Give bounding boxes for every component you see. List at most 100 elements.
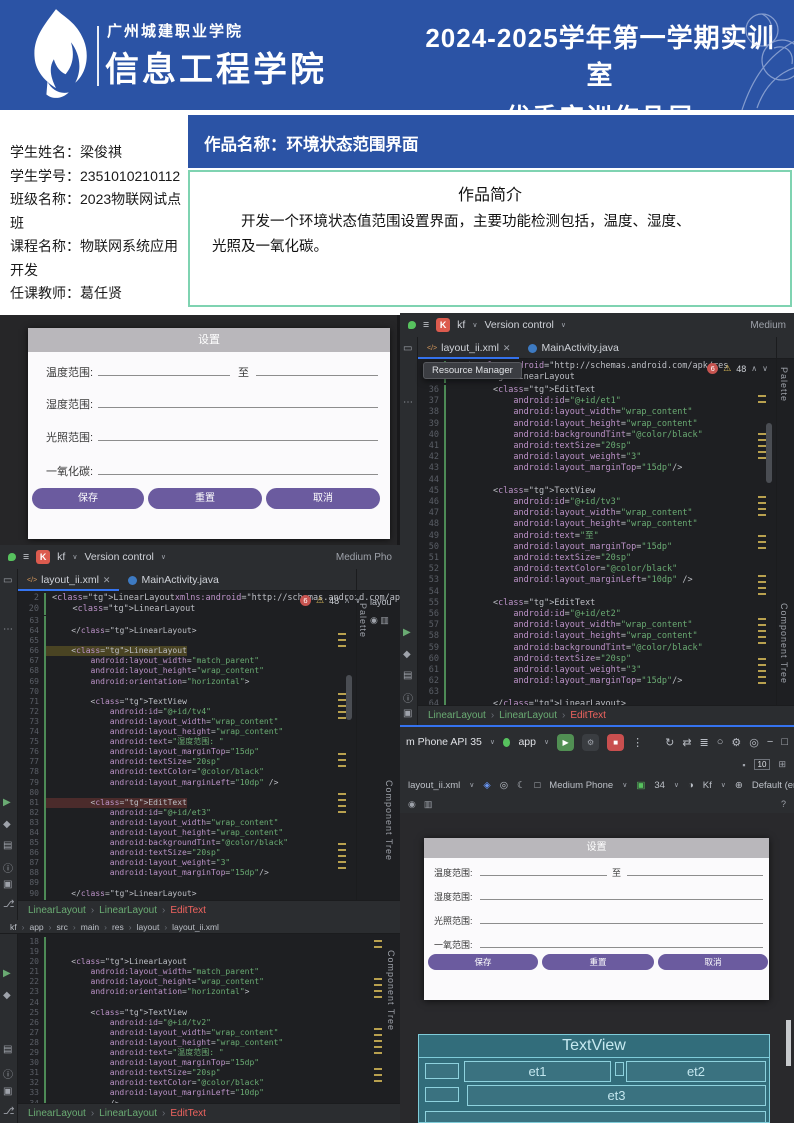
breadcrumb-item[interactable]: EditText: [170, 905, 206, 916]
close-icon[interactable]: ✕: [503, 343, 511, 354]
inspection-widget[interactable]: 6 ⚠ 48 ∧ ∨: [707, 363, 768, 374]
next-issue-icon[interactable]: ∨: [355, 596, 361, 605]
vcs-selector[interactable]: Version control: [84, 551, 153, 563]
palette-tab[interactable]: Palette: [779, 367, 789, 402]
inspection-widget[interactable]: 6 ⚠ 48 ∧ ∨: [300, 595, 361, 606]
reset-button[interactable]: 重置: [542, 954, 654, 970]
maximize-icon[interactable]: □: [781, 736, 788, 748]
breadcrumb[interactable]: LinearLayout›LinearLayout›EditText: [18, 1103, 400, 1123]
stop-button[interactable]: ■: [607, 734, 624, 751]
component-tree-tab[interactable]: Component Tree: [384, 780, 394, 861]
breadcrumb-item[interactable]: EditText: [570, 710, 606, 721]
menu-icon[interactable]: ≡: [423, 319, 429, 331]
scrollbar-thumb[interactable]: [346, 675, 352, 720]
blueprint-box[interactable]: [615, 1062, 624, 1076]
cancel-button[interactable]: 取消: [266, 488, 380, 509]
grid-icon[interactable]: ▥: [424, 799, 433, 810]
run-config-selector[interactable]: app: [518, 736, 536, 748]
problems-icon[interactable]: ⓘ: [403, 690, 413, 705]
blueprint-et2[interactable]: et2: [626, 1061, 766, 1082]
save-button[interactable]: 保存: [32, 488, 144, 509]
git-branch-icon[interactable]: ⎇: [3, 1106, 15, 1117]
humidity-input[interactable]: [480, 888, 763, 900]
problems-icon[interactable]: ⓘ: [3, 1066, 13, 1081]
close-icon[interactable]: ✕: [103, 575, 111, 586]
device-manager-icon[interactable]: ▤: [3, 1044, 12, 1055]
breadcrumb-item[interactable]: src: [57, 922, 68, 932]
profiler-icon[interactable]: ◆: [403, 649, 411, 660]
design-file-selector[interactable]: layout_ii.xml: [408, 780, 460, 791]
eye-icon[interactable]: ◉: [408, 799, 416, 810]
blueprint-et3[interactable]: et3: [467, 1085, 766, 1106]
help-icon[interactable]: ?: [781, 799, 786, 809]
file-path-breadcrumb[interactable]: kf›app›src›main›res›layout›layout_ii.xml: [0, 920, 400, 934]
run-button[interactable]: ▶: [557, 734, 574, 751]
humidity-input[interactable]: [98, 396, 378, 408]
cancel-button[interactable]: 取消: [658, 954, 768, 970]
scrollbar-thumb[interactable]: [786, 1020, 791, 1066]
breadcrumb-item[interactable]: kf: [10, 922, 17, 932]
inspection-count[interactable]: 10: [754, 759, 771, 770]
co-input[interactable]: [480, 936, 763, 948]
terminal-icon[interactable]: ▣: [3, 1086, 12, 1097]
breadcrumb-item[interactable]: res: [112, 922, 124, 932]
search-icon[interactable]: ○: [717, 736, 724, 748]
device-menu[interactable]: Medium Phone: [549, 780, 613, 791]
tab-main-activity[interactable]: MainActivity.java: [119, 569, 227, 591]
split-mode-icon[interactable]: ⊞: [778, 759, 786, 770]
co-input[interactable]: [98, 463, 378, 475]
run-icon[interactable]: ▶: [403, 627, 411, 638]
light-input[interactable]: [480, 912, 763, 924]
blueprint-et1[interactable]: et1: [464, 1061, 611, 1082]
temp-max-input[interactable]: [256, 364, 378, 376]
more-tools-icon[interactable]: ⋯: [3, 624, 13, 635]
prev-issue-icon[interactable]: ∧: [344, 596, 350, 605]
git-branch-icon[interactable]: ⎇: [3, 899, 15, 910]
api-level-selector[interactable]: 34: [654, 780, 665, 791]
breadcrumb[interactable]: LinearLayout›LinearLayout›EditText: [18, 900, 400, 920]
device-manager-icon[interactable]: ▤: [3, 840, 12, 851]
project-icon[interactable]: ▭: [3, 575, 12, 586]
more-actions-icon[interactable]: ⋮: [632, 736, 643, 749]
breadcrumb-item[interactable]: layout_ii.xml: [172, 922, 219, 932]
save-button[interactable]: 保存: [428, 954, 538, 970]
night-mode-icon[interactable]: ☾: [517, 780, 526, 791]
breadcrumb[interactable]: LinearLayout›LinearLayout›EditText: [418, 705, 794, 725]
code-mode-icon[interactable]: ▪: [742, 760, 745, 770]
code-editor[interactable]: 6364 </class="tg">LinearLayout>6566 <cla…: [18, 616, 336, 909]
vcs-selector[interactable]: Version control: [484, 319, 553, 331]
more-tools-icon[interactable]: ⋯: [403, 397, 413, 408]
blueprint-textview[interactable]: TextView: [419, 1035, 769, 1058]
grid-icon[interactable]: ▥: [380, 615, 389, 625]
device-label[interactable]: Medium: [750, 320, 786, 331]
scrollbar-thumb[interactable]: [766, 423, 772, 483]
palette-tab[interactable]: Palette: [358, 603, 368, 638]
device-label[interactable]: Medium Pho: [336, 552, 392, 563]
settings-gear-icon[interactable]: ⚙: [731, 736, 741, 749]
temp-min-input[interactable]: [98, 364, 230, 376]
code-editor[interactable]: 36 <class="tg">EditText37 android:id="@+…: [418, 385, 760, 710]
problems-icon[interactable]: ⓘ: [3, 860, 13, 875]
profiler-icon[interactable]: ◆: [3, 990, 11, 1001]
breadcrumb-item[interactable]: LinearLayout: [99, 1108, 157, 1119]
tab-layout-xml[interactable]: </> layout_ii.xml ✕: [18, 569, 119, 591]
design-surface-icon[interactable]: ◈: [483, 780, 490, 791]
code-editor[interactable]: 181920 <class="tg">LinearLayout21 androi…: [18, 937, 370, 1109]
temp-min-input[interactable]: [480, 864, 607, 876]
terminal-icon[interactable]: ▣: [3, 879, 12, 890]
blueprint-box[interactable]: [425, 1111, 766, 1123]
breadcrumb-item[interactable]: LinearLayout: [99, 905, 157, 916]
next-issue-icon[interactable]: ∨: [762, 364, 768, 373]
list-icon[interactable]: ≣: [700, 736, 709, 749]
blueprint-box[interactable]: [425, 1087, 459, 1102]
orientation-icon[interactable]: ◎: [500, 780, 508, 791]
light-input[interactable]: [98, 429, 378, 441]
run-icon[interactable]: ▶: [3, 797, 11, 808]
component-tree-tab[interactable]: Component Tree: [386, 950, 396, 1031]
project-selector[interactable]: kf: [457, 319, 465, 331]
temp-max-input[interactable]: [627, 864, 763, 876]
breadcrumb-item[interactable]: LinearLayout: [28, 905, 86, 916]
terminal-icon[interactable]: ▣: [403, 708, 412, 719]
eye-icon[interactable]: ◉: [370, 615, 378, 625]
breadcrumb-item[interactable]: main: [81, 922, 99, 932]
